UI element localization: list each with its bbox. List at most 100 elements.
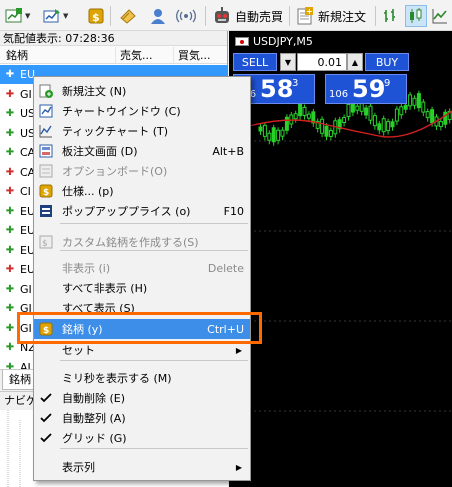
- new-order-label: 新規注文: [318, 9, 367, 24]
- menu-item-label: セット: [62, 344, 95, 357]
- new-order-icon: +: [295, 7, 315, 25]
- symbol-name: GI: [20, 282, 32, 296]
- price-down-icon: ✚: [5, 186, 15, 197]
- check-icon: [38, 410, 54, 426]
- symbol-name: CI: [20, 185, 31, 198]
- popup-price-icon: [38, 203, 54, 219]
- menu-item-15[interactable]: 自動整列 (A): [34, 408, 250, 428]
- check-icon: [38, 390, 54, 406]
- menu-item-5[interactable]: $ 仕様... (p): [34, 181, 250, 201]
- menu-separator: [60, 448, 248, 449]
- new-chart-button[interactable]: ▼: [4, 5, 30, 27]
- column-bid[interactable]: 売気...: [115, 46, 173, 63]
- highlight-callout: [17, 312, 262, 344]
- bar-chart-button[interactable]: [381, 5, 401, 27]
- line-chart-icon: [430, 7, 450, 25]
- menu-item-label: オプションボード(O): [62, 165, 168, 178]
- menu-item-label: チャートウインドウ (C): [62, 105, 181, 118]
- menu-item-1[interactable]: チャートウインドウ (C): [34, 101, 250, 121]
- svg-text:$: $: [43, 188, 49, 198]
- lot-spinner[interactable]: ▲: [347, 53, 363, 71]
- terminal-window: ▼ ▼ $ 自動売買 + 新規注文 気配値表示: 07:28:36 銘柄 売気.…: [0, 0, 452, 487]
- check-icon: [38, 430, 54, 446]
- lot-dropdown[interactable]: ▼: [280, 53, 296, 71]
- price-up-icon: ✚: [5, 283, 15, 295]
- candlestick-button[interactable]: [405, 5, 427, 27]
- price-up-icon: ✚: [5, 108, 15, 119]
- signals-button[interactable]: [148, 5, 168, 27]
- menu-item-9[interactable]: すべて非表示 (H): [34, 278, 250, 298]
- templates-icon: $: [86, 7, 106, 25]
- menu-item-3[interactable]: 板注文画面 (D) Alt+B: [34, 141, 250, 161]
- menu-item-label: 新規注文 (N): [62, 85, 127, 98]
- menu-item-shortcut: Delete: [207, 261, 244, 275]
- price-up-icon: ✚: [5, 303, 15, 314]
- chart-window[interactable]: USDJPY,M5 SELL ▼ 0.01 ▲ BUY 106 58 3 106…: [229, 31, 452, 487]
- menu-item-label: 非表示 (i): [62, 262, 111, 275]
- new-order-icon: [38, 83, 54, 99]
- experts-button[interactable]: [118, 5, 138, 27]
- menu-item-label: 板注文画面 (D): [62, 145, 138, 158]
- submenu-arrow-icon: ▶: [235, 345, 242, 355]
- ask-price-sup: 9: [384, 78, 391, 89]
- price-up-icon: ✚: [5, 205, 15, 217]
- option-board-icon: [38, 163, 54, 179]
- menu-item-7: $ カスタム銘柄を作成する(S): [34, 232, 250, 252]
- autotrade-button[interactable]: 自動売買: [212, 5, 283, 27]
- price-up-icon: ✚: [5, 69, 15, 80]
- buy-button[interactable]: BUY: [365, 53, 409, 71]
- ask-price-box[interactable]: 106 59 9: [325, 74, 407, 104]
- menu-item-shortcut: F10: [223, 204, 244, 218]
- menu-item-label: カスタム銘柄を作成する(S): [62, 236, 199, 249]
- menu-item-label: すべて非表示 (H): [62, 282, 148, 295]
- templates-button[interactable]: $: [86, 5, 106, 27]
- price-up-icon: ✚: [5, 244, 15, 256]
- autotrade-icon: [212, 7, 232, 25]
- chart-title: USDJPY,M5: [229, 33, 313, 49]
- menu-item-6[interactable]: ポップアッププライス (o) F10: [34, 201, 250, 221]
- price-down-icon: ✚: [5, 166, 15, 178]
- price-up-icon: ✚: [5, 342, 15, 353]
- book-icon: [118, 7, 138, 25]
- new-order-button[interactable]: + 新規注文: [295, 5, 366, 27]
- line-chart-button[interactable]: [430, 5, 450, 27]
- price-up-icon: ✚: [5, 225, 15, 236]
- menu-item-16[interactable]: グリッド (G): [34, 428, 250, 448]
- context-menu: 新規注文 (N) チャートウインドウ (C) ティックチャート (T) 板注文画面 (…: [33, 76, 251, 481]
- profiles-button[interactable]: ▼: [42, 5, 68, 27]
- menu-item-17[interactable]: 表示列 ▶: [34, 457, 250, 477]
- svg-text:$: $: [92, 11, 100, 24]
- profiles-icon: [42, 7, 62, 25]
- menu-item-0[interactable]: 新規注文 (N): [34, 81, 250, 101]
- menu-item-label: ティックチャート (T): [62, 125, 169, 138]
- bid-price-big: 58: [260, 75, 294, 103]
- menu-item-14[interactable]: 自動削除 (E): [34, 388, 250, 408]
- menu-item-shortcut: Alt+B: [212, 144, 244, 158]
- one-click-trading-panel: SELL ▼ 0.01 ▲ BUY 106 58 3 106 59 9: [233, 51, 433, 107]
- menu-item-label: ポップアッププライス (o): [62, 205, 191, 218]
- depth-of-market-icon: [38, 143, 54, 159]
- lot-input[interactable]: 0.01: [297, 53, 347, 71]
- column-symbol[interactable]: 銘柄: [0, 47, 115, 63]
- broadcast-button[interactable]: [176, 5, 196, 27]
- market-watch-header: 銘柄 売気... 買気...: [0, 46, 227, 64]
- autotrade-label: 自動売買: [235, 9, 284, 24]
- bar-chart-icon: [381, 7, 401, 25]
- menu-item-13[interactable]: ミリ秒を表示する (M): [34, 368, 250, 388]
- flag-icon: [235, 36, 249, 46]
- menu-item-label: ミリ秒を表示する (M): [62, 372, 172, 385]
- menu-item-label: 自動整列 (A): [62, 412, 126, 425]
- menu-separator: [60, 360, 248, 361]
- broadcast-icon: [176, 7, 196, 25]
- column-ask[interactable]: 買気...: [173, 46, 227, 63]
- ask-price-big: 59: [352, 75, 386, 103]
- user-icon: [148, 7, 168, 25]
- ask-price-small: 106: [329, 89, 349, 100]
- menu-item-label: 仕様... (p): [62, 185, 114, 198]
- sell-button[interactable]: SELL: [233, 53, 277, 71]
- custom-symbol-icon: $: [38, 234, 54, 250]
- menu-item-label: 自動削除 (E): [62, 392, 126, 405]
- bid-price-sup: 3: [292, 78, 299, 89]
- menu-item-2[interactable]: ティックチャート (T): [34, 121, 250, 141]
- menu-item-label: グリッド (G): [62, 432, 127, 445]
